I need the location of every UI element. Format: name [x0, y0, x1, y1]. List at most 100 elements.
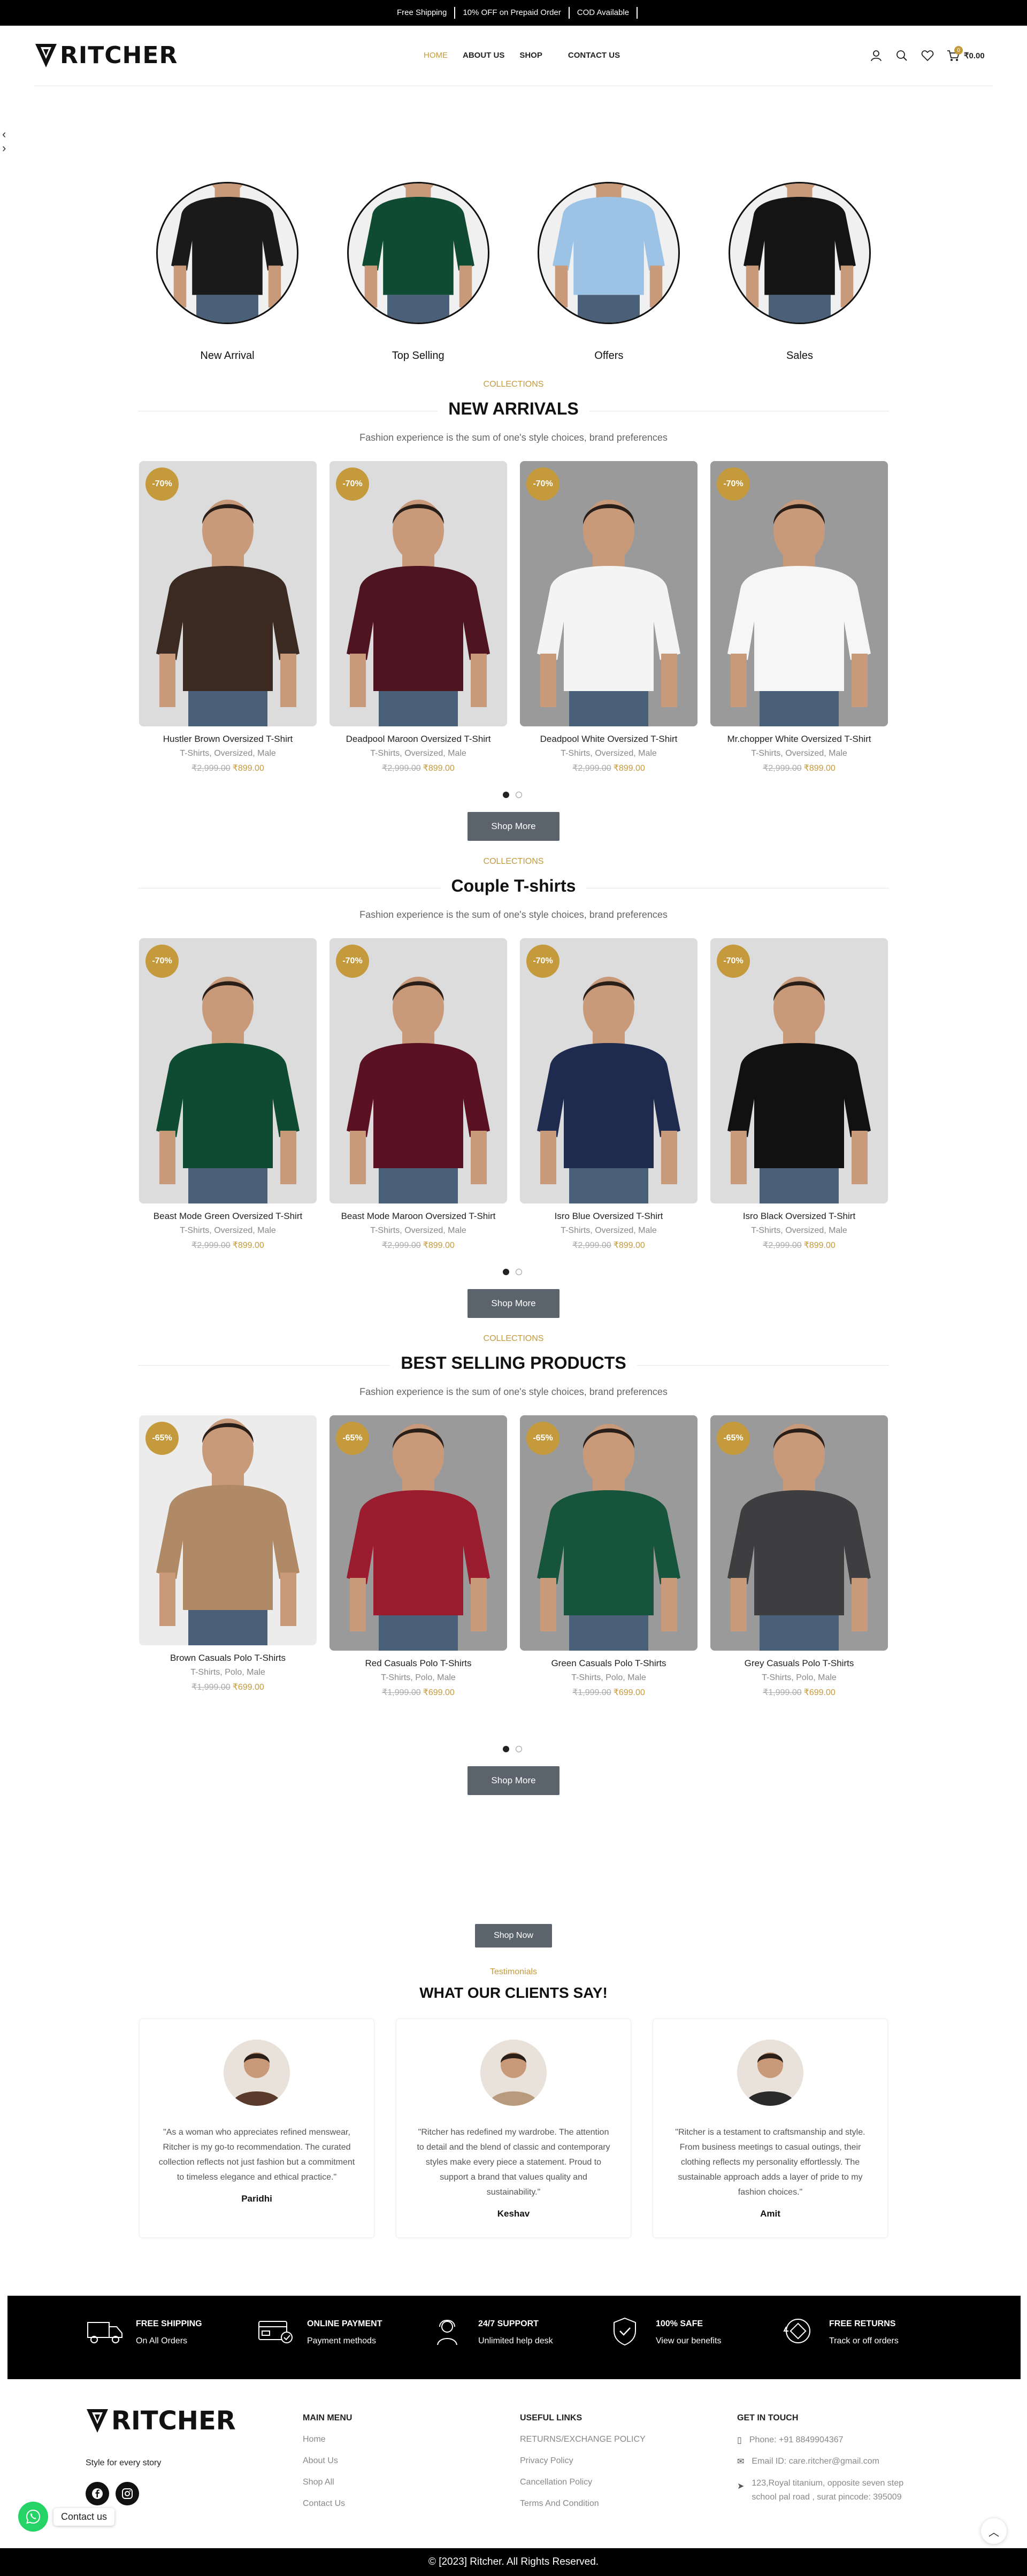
product-image[interactable]: -70% [329, 461, 507, 726]
product-price: ₹2,999.00 ₹899.00 [382, 1240, 455, 1251]
product-grid: -70% Hustler Brown Oversized T-Shirt T-S… [139, 461, 888, 773]
product-card[interactable]: -70% Deadpool Maroon Oversized T-Shirt T… [329, 461, 507, 773]
product-card[interactable]: -70% Deadpool White Oversized T-Shirt T-… [520, 461, 698, 773]
product-card[interactable]: -70% Hustler Brown Oversized T-Shirt T-S… [139, 461, 317, 773]
whatsapp-icon[interactable] [18, 2502, 48, 2532]
carousel-dot[interactable] [516, 1269, 522, 1275]
product-name[interactable]: Hustler Brown Oversized T-Shirt [163, 734, 293, 745]
cart-icon[interactable]: 0 [940, 46, 966, 64]
footer-link-returns[interactable]: RETURNS/EXCHANGE POLICY [520, 2435, 646, 2444]
category-label[interactable]: Offers [594, 350, 623, 362]
testimonial-author: Amit [760, 2209, 780, 2219]
features-band: FREE SHIPPING On All Orders ONLINE PAYME… [7, 2296, 1021, 2379]
product-name[interactable]: Mr.chopper White Oversized T-Shirt [727, 734, 871, 745]
category-image[interactable] [728, 182, 871, 324]
product-image[interactable]: -70% [329, 938, 507, 1203]
product-name[interactable]: Red Casuals Polo T-Shirts [365, 1658, 471, 1669]
footer-col-title: USEFUL LINKS [520, 2413, 583, 2422]
category-item[interactable]: Sales [727, 182, 872, 362]
carousel-dot[interactable] [516, 792, 522, 798]
contact-email[interactable]: ✉ Email ID: care.ritcher@gmail.com [737, 2456, 930, 2467]
product-image[interactable]: -70% [520, 461, 698, 726]
product-name[interactable]: Brown Casuals Polo T-Shirts [170, 1653, 286, 1663]
product-image[interactable]: -70% [139, 461, 317, 726]
whatsapp-label[interactable]: Contact us [53, 2508, 115, 2526]
original-price: ₹2,999.00 [191, 764, 231, 773]
nav-about-us[interactable]: ABOUT US [455, 50, 512, 61]
account-icon[interactable] [863, 47, 889, 64]
product-image[interactable]: -65% [139, 1415, 317, 1645]
product-card[interactable]: -70% Isro Blue Oversized T-Shirt T-Shirt… [520, 938, 698, 1251]
contact-phone[interactable]: ▯ Phone: +91 8849904367 [737, 2435, 930, 2445]
shop-more-button[interactable]: Shop More [467, 812, 560, 841]
shop-more-button[interactable]: Shop More [467, 1766, 560, 1795]
product-name[interactable]: Green Casuals Polo T-Shirts [551, 1658, 666, 1669]
product-image[interactable]: -65% [710, 1415, 888, 1651]
site-logo[interactable]: RITCHER [34, 42, 178, 69]
brand-mark-icon [87, 2409, 108, 2433]
footer-link-privacy[interactable]: Privacy Policy [520, 2456, 646, 2466]
footer-logo[interactable]: RITCHER [86, 2406, 236, 2436]
product-name[interactable]: Deadpool White Oversized T-Shirt [540, 734, 678, 745]
section-subtitle: Fashion experience is the sum of one's s… [359, 1386, 668, 1397]
nav-contact-us[interactable]: CONTACT US [561, 50, 627, 61]
product-tags: T-Shirts, Oversized, Male [561, 1226, 657, 1235]
scroll-to-top-button[interactable]: ︿ [981, 2518, 1007, 2544]
footer-link-contact[interactable]: Contact Us [303, 2499, 352, 2509]
category-item[interactable]: Offers [537, 182, 681, 362]
product-name[interactable]: Beast Mode Maroon Oversized T-Shirt [341, 1211, 496, 1222]
product-image[interactable]: -70% [710, 461, 888, 726]
product-name[interactable]: Grey Casuals Polo T-Shirts [745, 1658, 854, 1669]
wishlist-heart-icon[interactable] [915, 47, 940, 64]
whatsapp-widget[interactable]: Contact us [18, 2502, 115, 2532]
footer-link-cancellation[interactable]: Cancellation Policy [520, 2478, 646, 2487]
product-card[interactable]: -70% Beast Mode Maroon Oversized T-Shirt… [329, 938, 507, 1251]
product-card[interactable]: -70% Isro Black Oversized T-Shirt T-Shir… [710, 938, 888, 1251]
nav-shop[interactable]: SHOP [512, 50, 550, 61]
category-image[interactable] [538, 182, 680, 324]
product-card[interactable]: -70% Mr.chopper White Oversized T-Shirt … [710, 461, 888, 773]
carousel-dot[interactable] [503, 792, 509, 798]
chevron-right-icon[interactable]: › [2, 141, 6, 155]
original-price: ₹2,999.00 [382, 1241, 421, 1250]
instagram-icon[interactable] [116, 2482, 139, 2505]
product-name[interactable]: Beast Mode Green Oversized T-Shirt [154, 1211, 302, 1222]
shop-more-button[interactable]: Shop More [467, 1289, 560, 1318]
testimonial-quote: "As a woman who appreciates refined mens… [158, 2128, 355, 2182]
product-image[interactable]: -65% [520, 1415, 698, 1651]
category-image[interactable] [347, 182, 489, 324]
product-card[interactable]: -65% Brown Casuals Polo T-Shirts T-Shirt… [139, 1415, 317, 1698]
carousel-dot[interactable] [516, 1746, 522, 1752]
search-icon[interactable] [889, 47, 915, 64]
product-name[interactable]: Isro Black Oversized T-Shirt [743, 1211, 855, 1222]
product-image[interactable]: -70% [139, 938, 317, 1203]
sale-price: ₹699.00 [423, 1688, 455, 1697]
category-label[interactable]: Sales [786, 350, 813, 362]
product-card[interactable]: -70% Beast Mode Green Oversized T-Shirt … [139, 938, 317, 1251]
shop-now-button[interactable]: Shop Now [475, 1924, 552, 1948]
feature-subtitle: View our benefits [656, 2336, 722, 2345]
footer-link-home[interactable]: Home [303, 2435, 352, 2444]
category-item[interactable]: New Arrival [155, 182, 300, 362]
footer-link-shop-all[interactable]: Shop All [303, 2478, 352, 2487]
cart-total[interactable]: ₹0.00 [964, 51, 985, 60]
product-name[interactable]: Isro Blue Oversized T-Shirt [555, 1211, 663, 1222]
feature-title: FREE SHIPPING [136, 2319, 202, 2328]
product-image[interactable]: -70% [520, 938, 698, 1203]
nav-home[interactable]: HOME [416, 50, 455, 61]
product-image[interactable]: -70% [710, 938, 888, 1203]
carousel-dot[interactable] [503, 1746, 509, 1752]
footer-link-terms[interactable]: Terms And Condition [520, 2499, 646, 2509]
product-name[interactable]: Deadpool Maroon Oversized T-Shirt [346, 734, 491, 745]
product-card[interactable]: -65% Red Casuals Polo T-Shirts T-Shirts,… [329, 1415, 507, 1698]
category-item[interactable]: Top Selling [346, 182, 490, 362]
product-card[interactable]: -65% Grey Casuals Polo T-Shirts T-Shirts… [710, 1415, 888, 1698]
footer-link-about[interactable]: About Us [303, 2456, 352, 2466]
product-card[interactable]: -65% Green Casuals Polo T-Shirts T-Shirt… [520, 1415, 698, 1698]
carousel-dot[interactable] [503, 1269, 509, 1275]
category-label[interactable]: Top Selling [392, 350, 444, 362]
chevron-left-icon[interactable]: ‹ [2, 127, 6, 141]
category-label[interactable]: New Arrival [200, 350, 254, 362]
product-image[interactable]: -65% [329, 1415, 507, 1651]
category-image[interactable] [156, 182, 298, 324]
